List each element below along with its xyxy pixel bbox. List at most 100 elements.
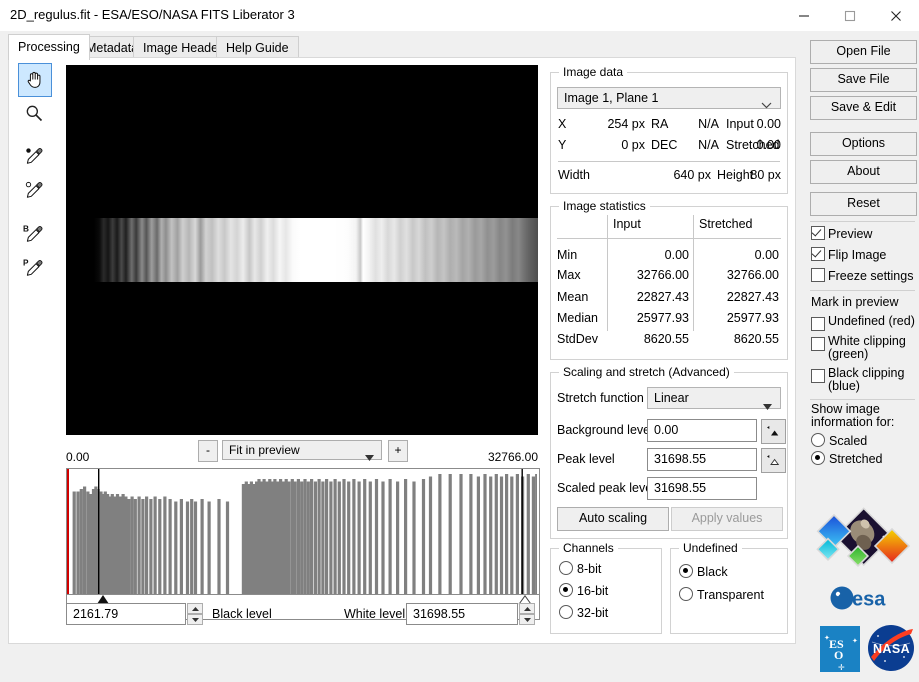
divider: [810, 290, 915, 291]
svg-text:esa: esa: [852, 589, 886, 611]
image-statistics-group: Image statistics Input Stretched Min 0.0…: [550, 206, 788, 360]
mark-black-clipping-checkbox[interactable]: Black clipping (blue): [811, 367, 917, 393]
stat-row-stddev-stretched: 8620.55: [697, 332, 779, 346]
white-level-step-down[interactable]: [519, 614, 535, 625]
zoom-tool[interactable]: [18, 97, 50, 129]
checkbox-box: [811, 337, 825, 351]
save-file-button[interactable]: Save File: [810, 68, 917, 92]
tab-help-guide[interactable]: Help Guide: [216, 36, 299, 59]
scaled-peak-level-input[interactable]: 31698.55: [647, 477, 757, 500]
channel-option-16bit[interactable]: 16-bit: [559, 583, 608, 598]
background-picker-tool[interactable]: B: [18, 219, 50, 251]
svg-text:e: e: [837, 587, 849, 610]
mark-white-clipping-checkbox[interactable]: White clipping (green): [811, 335, 917, 361]
image-data-group: Image data Image 1, Plane 1 X 254 px RA …: [550, 72, 788, 194]
preview-checkbox[interactable]: Preview: [811, 226, 872, 241]
show-image-info-label: Show image information for:: [811, 403, 911, 429]
mark-undefined-checkbox[interactable]: Undefined (red): [811, 315, 917, 328]
channel-option-32bit[interactable]: 32-bit: [559, 605, 608, 620]
undefined-option-transparent[interactable]: Transparent: [679, 587, 764, 602]
mark-white-clipping-label: White clipping (green): [828, 335, 917, 361]
reset-button[interactable]: Reset: [810, 192, 917, 216]
peak-picker-button[interactable]: [761, 448, 786, 473]
white-level-step-up[interactable]: [519, 603, 535, 614]
stat-row-min-stretched: 0.00: [697, 248, 779, 262]
stretch-function-select[interactable]: Linear: [647, 387, 781, 409]
minimize-icon[interactable]: [781, 0, 827, 31]
radio-circle: [559, 561, 573, 575]
tab-strip: Processing Metadata Image Headers Help G…: [0, 31, 919, 58]
svg-text:O: O: [834, 648, 843, 662]
input-value: 0.00: [701, 117, 781, 131]
options-button[interactable]: Options: [810, 132, 917, 156]
peak-level-label: Peak level: [557, 452, 615, 466]
histogram-plot[interactable]: [67, 469, 539, 594]
stat-row-median-name: Median: [557, 311, 598, 325]
freeze-settings-checkbox[interactable]: Freeze settings: [811, 268, 913, 283]
svg-text:✦: ✦: [852, 637, 858, 645]
level-controls: 2161.79 Black level White level 31698.55: [66, 603, 538, 629]
undefined-option-transparent-label: Transparent: [697, 588, 764, 602]
undefined-option-black[interactable]: Black: [679, 564, 728, 579]
flip-image-checkbox[interactable]: Flip Image: [811, 247, 886, 262]
hand-tool[interactable]: [18, 63, 52, 97]
auto-scaling-button[interactable]: Auto scaling: [557, 507, 669, 531]
channel-option-8bit[interactable]: 8-bit: [559, 561, 601, 576]
background-picker-button[interactable]: [761, 419, 786, 444]
black-point-picker-tool[interactable]: [18, 141, 50, 173]
histogram-max-label: 32766.00: [488, 450, 538, 464]
checkbox-box: [811, 247, 825, 261]
histogram[interactable]: [66, 468, 540, 620]
stat-row-mean-stretched: 22827.43: [697, 290, 779, 304]
peak-picker-tool[interactable]: P: [18, 253, 50, 285]
black-level-step-down[interactable]: [187, 614, 203, 625]
stretched-value: 0.00: [701, 138, 781, 152]
stat-row-max-name: Max: [557, 268, 581, 282]
divider: [810, 221, 915, 222]
checkbox-box: [811, 369, 825, 383]
coord-y-value: 0 px: [573, 138, 645, 152]
channels-group-label: Channels: [559, 541, 618, 555]
close-icon[interactable]: [873, 0, 919, 31]
show-info-stretched[interactable]: Stretched: [811, 451, 883, 466]
black-level-input[interactable]: 2161.79: [66, 603, 186, 625]
white-point-picker-tool[interactable]: [18, 175, 50, 207]
checkbox-box: [811, 268, 825, 282]
undefined-group-label: Undefined: [679, 541, 742, 555]
black-level-step-up[interactable]: [187, 603, 203, 614]
apply-values-button[interactable]: Apply values: [671, 507, 783, 531]
height-value: 80 px: [701, 168, 781, 182]
image-preview[interactable]: [66, 65, 538, 435]
stat-row-min-input: 0.00: [611, 248, 689, 262]
stat-row-median-stretched: 25977.93: [697, 311, 779, 325]
peak-level-input[interactable]: 31698.55: [647, 448, 757, 471]
histogram-min-label: 0.00: [66, 450, 89, 464]
background-level-input[interactable]: 0.00: [647, 419, 757, 442]
show-info-scaled[interactable]: Scaled: [811, 433, 867, 448]
divider: [607, 215, 608, 331]
stat-row-max-input: 32766.00: [611, 268, 689, 282]
white-level-label: White level: [344, 603, 405, 625]
about-button[interactable]: About: [810, 160, 917, 184]
svg-text:B: B: [23, 224, 29, 233]
background-level-label: Background level: [557, 423, 653, 437]
svg-text:P: P: [23, 258, 29, 267]
svg-text:✦: ✦: [824, 634, 830, 642]
stretch-function-label: Stretch function: [557, 391, 644, 405]
white-level-input[interactable]: 31698.55: [406, 603, 518, 625]
chevron-down-icon: [761, 95, 772, 116]
fits-liberator-logo: [817, 508, 909, 565]
show-info-scaled-label: Scaled: [829, 434, 867, 448]
save-and-edit-button[interactable]: Save & Edit: [810, 96, 917, 120]
mark-undefined-label: Undefined (red): [828, 315, 917, 328]
black-level-stepper[interactable]: [187, 603, 203, 625]
plane-select[interactable]: Image 1, Plane 1: [557, 87, 781, 109]
divider: [693, 215, 694, 331]
stat-row-mean-input: 22827.43: [611, 290, 689, 304]
mark-in-preview-label: Mark in preview: [811, 295, 899, 309]
maximize-icon[interactable]: [827, 0, 873, 31]
radio-circle: [811, 433, 825, 447]
white-level-stepper[interactable]: [519, 603, 535, 625]
open-file-button[interactable]: Open File: [810, 40, 917, 64]
tab-processing[interactable]: Processing: [8, 34, 90, 60]
